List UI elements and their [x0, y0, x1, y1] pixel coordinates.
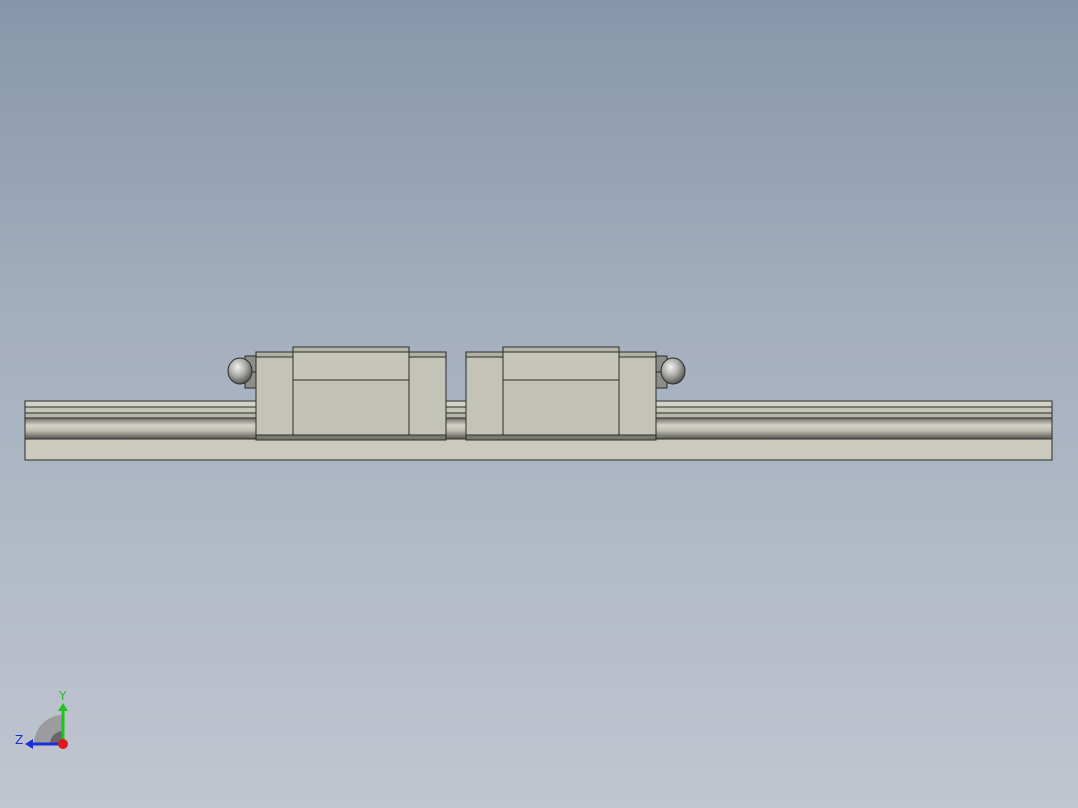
x-axis-dot	[58, 739, 68, 749]
grease-nipple-left-ball	[227, 357, 253, 385]
carriage-left-end-seal-right-top	[408, 351, 447, 358]
rail-base	[24, 438, 1053, 461]
carriage-right-end-seal-left-top	[465, 351, 504, 358]
carriage-right-end-seal-left	[465, 351, 504, 441]
graphics-viewport[interactable]: Y Z	[0, 0, 1078, 808]
orientation-triad[interactable]: Y Z	[10, 686, 80, 756]
carriage-right-bottom-strip	[465, 434, 657, 441]
carriage-left-body-lower	[292, 379, 410, 441]
carriage-left-end-seal-right	[408, 351, 447, 441]
carriage-right-end-seal-right	[618, 351, 657, 441]
y-axis-label: Y	[58, 689, 67, 703]
carriage-block-right[interactable]	[465, 346, 657, 441]
carriage-right-body-cap	[502, 346, 620, 353]
y-axis-arrow	[58, 703, 68, 711]
z-axis-arrow	[25, 739, 33, 749]
carriage-left-end-seal-left-top	[255, 351, 294, 358]
carriage-left-end-seal-left	[255, 351, 294, 441]
grease-nipple-left[interactable]	[227, 355, 257, 389]
carriage-block-left[interactable]	[255, 346, 447, 441]
grease-nipple-right-ball	[660, 357, 686, 385]
carriage-right-end-seal-right-top	[618, 351, 657, 358]
linear-guide-model[interactable]	[0, 0, 1078, 808]
z-axis-label: Z	[15, 733, 23, 747]
carriage-left-body-cap	[292, 346, 410, 353]
grease-nipple-right[interactable]	[655, 355, 686, 389]
carriage-left-bottom-strip	[255, 434, 447, 441]
carriage-right-body-lower	[502, 379, 620, 441]
